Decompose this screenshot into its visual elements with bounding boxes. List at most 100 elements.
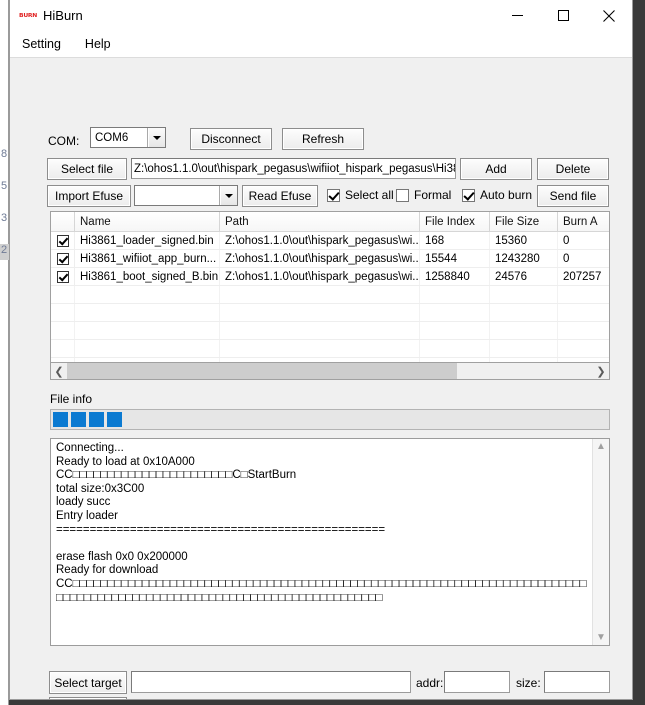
table-row[interactable]: Hi3861_boot_signed_B.bin Z:\ohos1.1.0\out… — [51, 268, 609, 286]
reset-button[interactable]: Reset — [49, 697, 127, 699]
close-icon[interactable] — [586, 0, 632, 31]
table-cell-empty — [51, 286, 75, 303]
table-cell-file-index: 1258840 — [420, 268, 490, 285]
log-output-panel[interactable]: Connecting... Ready to load at 0x10A000 … — [50, 438, 610, 646]
progress-segment — [89, 412, 104, 427]
scrollbar-thumb[interactable] — [67, 363, 457, 379]
com-port-select[interactable]: COM6 — [90, 127, 166, 148]
table-cell-name: Hi3861_boot_signed_B.bin — [75, 268, 220, 285]
addr-input[interactable] — [444, 671, 510, 693]
size-label: size: — [516, 676, 541, 690]
table-cell-empty — [51, 322, 75, 339]
table-cell-empty — [51, 340, 75, 357]
size-input[interactable] — [544, 671, 610, 693]
table-column-header[interactable]: File Index — [420, 212, 490, 231]
menu-bar: Setting Help — [10, 31, 632, 58]
table-cell-file-size: 24576 — [490, 268, 558, 285]
caret-down-icon[interactable]: ▼ — [596, 630, 606, 645]
table-horizontal-scrollbar[interactable]: ❮ ❯ — [50, 363, 610, 380]
table-row[interactable]: Hi3861_loader_signed.bin Z:\ohos1.1.0\out… — [51, 232, 609, 250]
minimize-icon[interactable] — [494, 0, 540, 31]
background-line-number: 2 — [1, 244, 8, 256]
row-checkbox[interactable] — [51, 250, 75, 267]
target-input[interactable] — [131, 671, 411, 693]
file-info-progress-bar — [50, 409, 610, 430]
progress-segment — [53, 412, 68, 427]
table-cell-empty — [220, 340, 420, 357]
client-area: COM: COM6 Disconnect Refresh Select file… — [10, 58, 632, 699]
table-cell-burn-addr: 207257 — [558, 268, 609, 285]
table-cell-empty — [490, 304, 558, 321]
row-checkbox[interactable] — [51, 268, 75, 285]
table-header-row: Name Path File Index File Size Burn A — [51, 212, 609, 232]
title-bar: BURN HiBurn — [10, 0, 632, 31]
maximize-icon[interactable] — [540, 0, 586, 31]
table-column-header[interactable]: Path — [220, 212, 420, 231]
table-cell-file-size: 15360 — [490, 232, 558, 249]
import-efuse-button[interactable]: Import Efuse — [47, 185, 131, 207]
com-port-value: COM6 — [95, 131, 129, 144]
chevron-down-icon[interactable] — [219, 186, 237, 205]
table-cell-empty — [490, 286, 558, 303]
formal-label: Formal — [414, 188, 452, 202]
table-column-header[interactable]: File Size — [490, 212, 558, 231]
table-cell-burn-addr: 0 — [558, 250, 609, 267]
checkbox-glyph-icon — [462, 188, 475, 202]
chevron-right-icon[interactable]: ❯ — [593, 363, 609, 379]
log-vertical-scrollbar[interactable]: ▲ ▼ — [592, 439, 609, 645]
checkbox-glyph-icon — [327, 188, 340, 202]
chevron-down-icon[interactable] — [147, 128, 165, 147]
table-row[interactable]: Hi3861_wifiiot_app_burn... Z:\ohos1.1.0\o… — [51, 250, 609, 268]
progress-segment — [107, 412, 122, 427]
hiburn-main-window: BURN HiBurn Setting Help COM: COM6 Disco… — [9, 0, 633, 700]
table-body: Hi3861_loader_signed.bin Z:\ohos1.1.0\out… — [51, 232, 609, 286]
send-file-button[interactable]: Send file — [537, 185, 609, 207]
caret-up-icon[interactable]: ▲ — [596, 439, 606, 454]
menu-item-help[interactable]: Help — [84, 35, 112, 53]
chevron-left-icon[interactable]: ❮ — [51, 363, 67, 379]
refresh-button[interactable]: Refresh — [282, 128, 364, 150]
checkbox-glyph-icon — [396, 188, 409, 202]
table-column-header[interactable]: Name — [75, 212, 220, 231]
file-path-input[interactable]: Z:\ohos1.1.0\out\hispark_pegasus\wifiiot… — [131, 158, 456, 179]
table-cell-path: Z:\ohos1.1.0\out\hispark_pegasus\wi... — [220, 268, 420, 285]
log-text: Connecting... Ready to load at 0x10A000 … — [56, 442, 587, 604]
checkbox-glyph-icon — [56, 234, 69, 247]
addr-label: addr: — [416, 676, 444, 690]
menu-item-setting[interactable]: Setting — [21, 35, 62, 53]
auto-burn-label: Auto burn — [480, 188, 533, 202]
table-row-empty — [51, 322, 609, 340]
formal-checkbox[interactable]: Formal — [396, 188, 451, 202]
progress-segment — [71, 412, 86, 427]
select-all-checkbox[interactable]: Select all — [327, 188, 394, 202]
auto-burn-checkbox[interactable]: Auto burn — [462, 188, 532, 202]
disconnect-button[interactable]: Disconnect — [190, 128, 272, 150]
table-cell-empty — [420, 322, 490, 339]
select-file-button[interactable]: Select file — [47, 158, 127, 180]
add-button[interactable]: Add — [460, 158, 532, 180]
delete-button[interactable]: Delete — [537, 158, 609, 180]
efuse-select[interactable] — [134, 185, 238, 206]
table-row-empty — [51, 304, 609, 322]
table-cell-empty — [220, 322, 420, 339]
read-efuse-button[interactable]: Read Efuse — [242, 185, 318, 207]
table-cell-empty — [420, 340, 490, 357]
com-label: COM: — [48, 134, 80, 148]
select-target-button[interactable]: Select target — [49, 671, 127, 694]
table-column-header[interactable]: Burn A — [558, 212, 609, 231]
table-column-header[interactable] — [51, 212, 75, 231]
row-checkbox[interactable] — [51, 232, 75, 249]
table-cell-empty — [490, 340, 558, 357]
checkbox-glyph-icon — [56, 252, 69, 265]
table-cell-file-size: 1243280 — [490, 250, 558, 267]
window-controls — [494, 0, 632, 31]
scrollbar-track[interactable] — [457, 363, 593, 379]
table-cell-empty — [51, 304, 75, 321]
background-line-number: 3 — [1, 212, 8, 224]
file-table[interactable]: Name Path File Index File Size Burn A Hi3861… — [50, 211, 610, 363]
table-cell-name: Hi3861_wifiiot_app_burn... — [75, 250, 220, 267]
background-line-number: 5 — [1, 180, 8, 192]
table-cell-empty — [75, 322, 220, 339]
table-cell-burn-addr: 0 — [558, 232, 609, 249]
background-line-number: 8 — [1, 148, 8, 160]
